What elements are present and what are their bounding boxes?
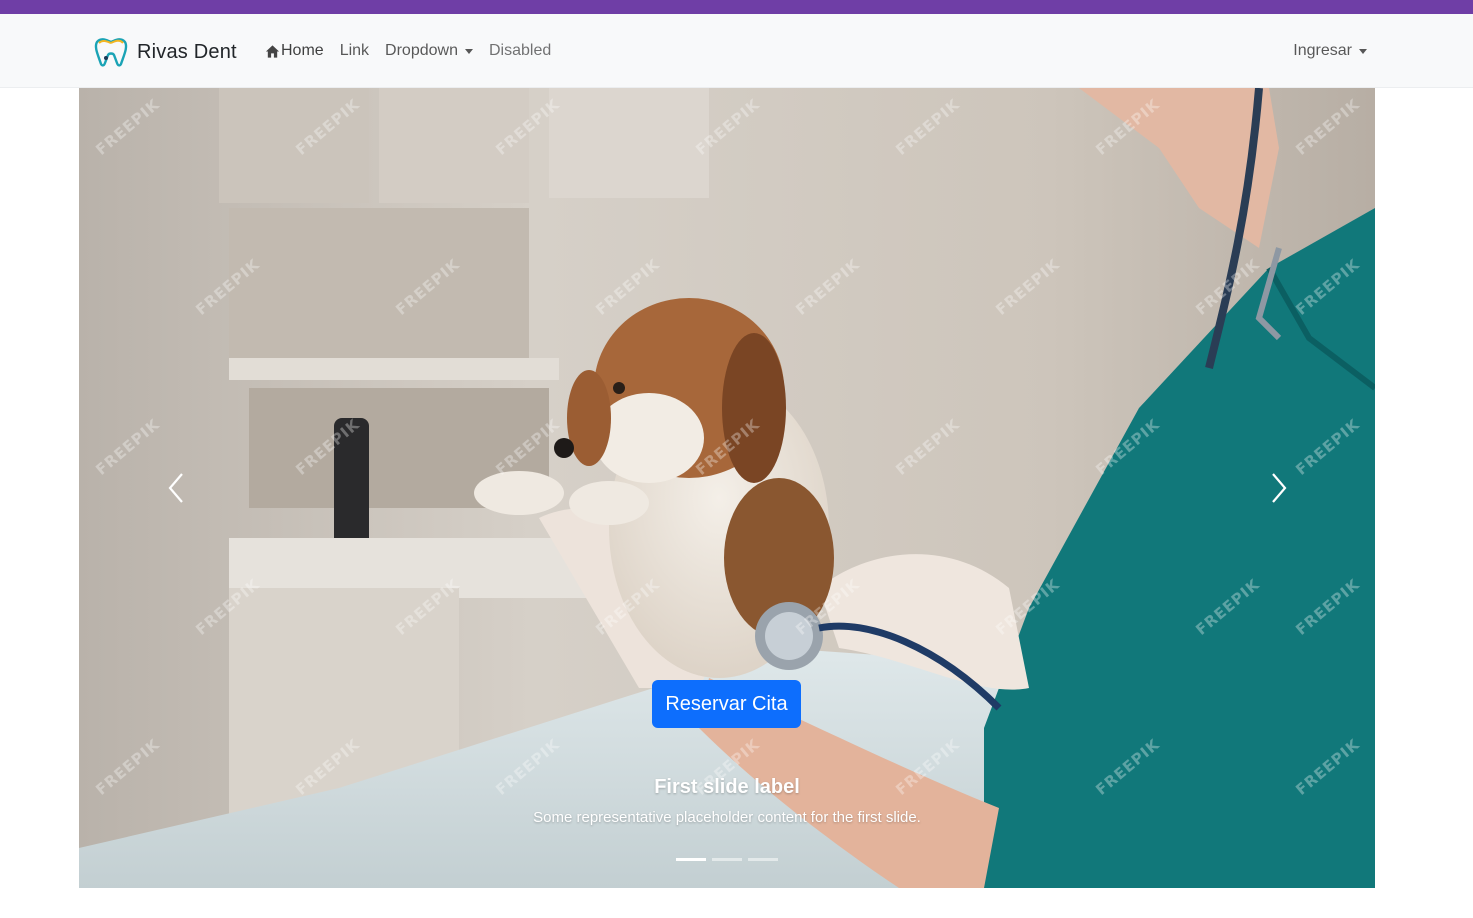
nav-link-link[interactable]: Link: [340, 42, 369, 60]
nav-home-label: Home: [281, 42, 324, 59]
browser-tab-strip: [0, 0, 1473, 14]
chevron-left-icon: [168, 473, 183, 503]
nav-link-label: Link: [339, 42, 370, 59]
book-appointment-button[interactable]: Reservar Cita: [652, 680, 801, 728]
top-navbar: Rivas Dent Home Link Dropdown Disabled I…: [0, 14, 1473, 88]
login-label: Ingresar: [1293, 42, 1352, 59]
carousel-indicators: [79, 858, 1375, 861]
carousel-next-button[interactable]: [1180, 88, 1375, 888]
caption-text: Some representative placeholder content …: [533, 809, 921, 826]
carousel-prev-button[interactable]: [79, 88, 274, 888]
hero-carousel: FREEPIK FREEPIK FREEPIK FREEPIK FREEPIK FREEP…: [79, 88, 1375, 888]
brand-name: Rivas Dent: [137, 40, 237, 63]
caret-down-icon: [1359, 48, 1367, 54]
nav-links: Home Link Dropdown Disabled: [265, 14, 567, 88]
nav-home-link[interactable]: Home: [265, 42, 324, 60]
slide-caption: First slide label Some representative pl…: [79, 776, 1375, 826]
home-icon: [265, 44, 280, 58]
chevron-right-icon: [1271, 473, 1286, 503]
carousel-indicator-1[interactable]: [676, 858, 706, 861]
caret-down-icon: [464, 48, 473, 54]
caption-title: First slide label: [654, 776, 800, 798]
brand-link[interactable]: Rivas Dent: [93, 36, 237, 68]
login-dropdown-toggle[interactable]: Ingresar: [1293, 14, 1367, 88]
nav-disabled-label: Disabled: [488, 42, 552, 59]
nav-dropdown-toggle[interactable]: Dropdown: [385, 42, 473, 60]
nav-disabled-link: Disabled: [489, 42, 551, 60]
tooth-logo-icon: [94, 38, 128, 67]
carousel-indicator-3[interactable]: [748, 858, 778, 861]
carousel-indicator-2[interactable]: [712, 858, 742, 861]
nav-dropdown-label: Dropdown: [385, 42, 458, 59]
